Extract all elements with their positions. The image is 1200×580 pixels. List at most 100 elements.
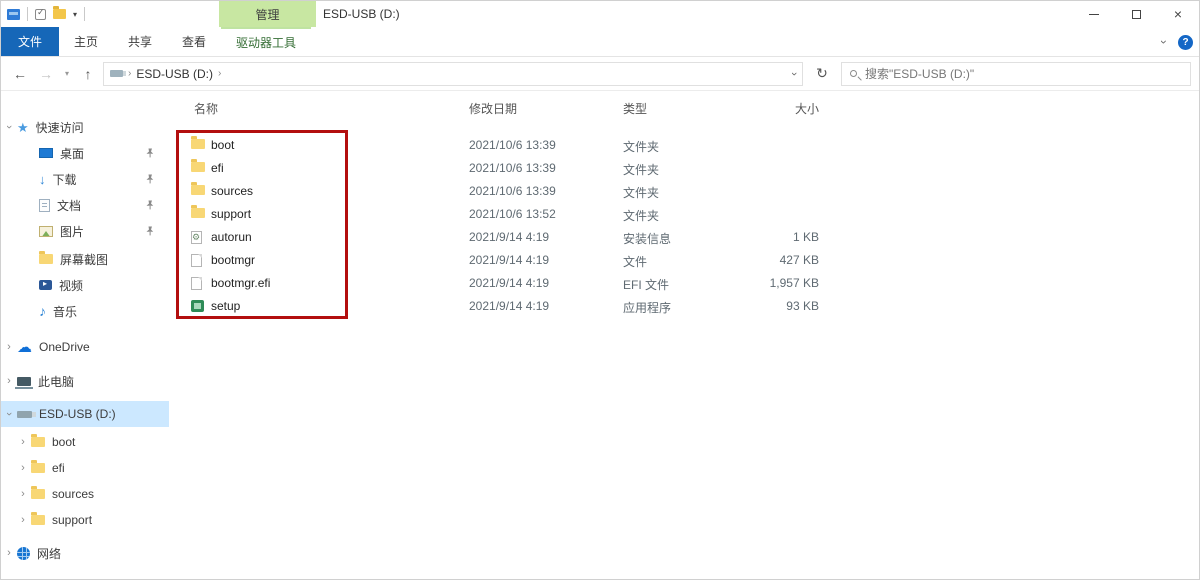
address-box[interactable]: › ESD-USB (D:) › › [103, 62, 803, 86]
sidebar-item-efi[interactable]: › efi [1, 455, 169, 481]
file-date: 2021/9/14 4:19 [469, 253, 549, 267]
sidebar-label: ESD-USB (D:) [39, 407, 116, 421]
pin-icon [145, 200, 155, 210]
breadcrumb-separator: › [218, 68, 221, 79]
tab-view[interactable]: 查看 [167, 27, 221, 56]
column-header-size[interactable]: 大小 [729, 100, 819, 117]
videos-icon [39, 280, 52, 290]
sidebar-item-esd-usb[interactable]: › ESD-USB (D:) [1, 401, 169, 427]
sidebar-item-documents[interactable]: 文档 [1, 192, 169, 218]
file-date: 2021/10/6 13:39 [469, 184, 556, 198]
sidebar-label: support [52, 513, 92, 527]
file-row-autorun[interactable]: autorun 2021/9/14 4:19 安装信息 1 KB [169, 226, 1199, 249]
sidebar-item-screenshots[interactable]: 屏幕截图 [1, 246, 169, 272]
file-row-sources[interactable]: sources 2021/10/6 13:39 文件夹 [169, 180, 1199, 203]
setup-information-icon [191, 231, 202, 244]
file-name: boot [211, 138, 234, 152]
tab-drive-tools[interactable]: 驱动器工具 [221, 27, 311, 56]
folder-icon [191, 185, 205, 195]
file-row-efi[interactable]: efi 2021/10/6 13:39 文件夹 [169, 157, 1199, 180]
sidebar-item-network[interactable]: › 网络 [1, 540, 169, 566]
sidebar-item-desktop[interactable]: 桌面 [1, 140, 169, 166]
pin-icon [145, 148, 155, 158]
file-row-bootmgr-efi[interactable]: bootmgr.efi 2021/9/14 4:19 EFI 文件 1,957 … [169, 272, 1199, 295]
expander-icon[interactable]: › [1, 375, 17, 387]
quick-access-toolbar: ▾ [1, 7, 85, 21]
back-button[interactable]: ← [9, 66, 31, 82]
new-folder-icon[interactable] [53, 9, 66, 19]
tab-share[interactable]: 共享 [113, 27, 167, 56]
address-bar-row: ← → ▾ ↑ › ESD-USB (D:) › › ↻ [1, 57, 1199, 91]
expander-icon[interactable]: › [1, 408, 17, 420]
folder-icon [31, 463, 45, 473]
file-date: 2021/9/14 4:19 [469, 276, 549, 290]
up-button[interactable]: ↑ [77, 66, 99, 82]
file-date: 2021/10/6 13:39 [469, 138, 556, 152]
sidebar-item-videos[interactable]: 视频 [1, 272, 169, 298]
expander-icon[interactable]: › [15, 436, 31, 448]
sidebar-item-boot[interactable]: › boot [1, 429, 169, 455]
help-icon[interactable]: ? [1178, 35, 1193, 50]
desktop-icon [39, 148, 53, 158]
file-size: 1 KB [729, 230, 819, 244]
sidebar-label: 桌面 [60, 145, 84, 162]
sidebar-label: sources [52, 487, 94, 501]
expander-icon[interactable]: › [15, 462, 31, 474]
file-row-bootmgr[interactable]: bootmgr 2021/9/14 4:19 文件 427 KB [169, 249, 1199, 272]
recent-locations-icon[interactable]: ▾ [61, 69, 73, 78]
collapse-ribbon-icon[interactable]: › [1157, 40, 1171, 44]
sidebar-item-pictures[interactable]: 图片 [1, 218, 169, 244]
file-icon [191, 277, 202, 290]
sidebar-item-this-pc[interactable]: › 此电脑 [1, 368, 169, 394]
expander-icon[interactable]: › [15, 488, 31, 500]
network-icon [17, 547, 30, 560]
file-type: 文件夹 [623, 184, 659, 201]
close-icon: × [1174, 7, 1182, 21]
file-type: EFI 文件 [623, 276, 669, 293]
close-button[interactable]: × [1157, 1, 1199, 27]
drive-icon [110, 70, 123, 77]
breadcrumb[interactable]: ESD-USB (D:) [136, 67, 213, 81]
explorer-window: { "title_bar": { "manage_tab": "管理", "wi… [0, 0, 1200, 580]
downloads-icon: ↓ [39, 173, 46, 186]
tab-home[interactable]: 主页 [59, 27, 113, 56]
sidebar-label: efi [52, 461, 65, 475]
file-name: autorun [211, 230, 252, 244]
column-headers: 名称 修改日期 类型 大小 [169, 92, 1199, 120]
column-header-date[interactable]: 修改日期 [469, 100, 517, 117]
maximize-button[interactable] [1115, 1, 1157, 27]
properties-icon[interactable] [35, 9, 46, 20]
refresh-icon[interactable]: ↻ [807, 65, 837, 82]
sidebar-item-music[interactable]: ♪ 音乐 [1, 298, 169, 324]
expander-icon[interactable]: › [1, 341, 17, 353]
sidebar-item-support[interactable]: › support [1, 507, 169, 533]
file-row-setup[interactable]: setup 2021/9/14 4:19 应用程序 93 KB [169, 295, 1199, 318]
column-header-name[interactable]: 名称 [194, 100, 218, 117]
sidebar-item-quick-access[interactable]: › ★ 快速访问 [1, 114, 169, 140]
navigation-pane: › ★ 快速访问 桌面 ↓ 下载 文档 图片 [1, 92, 169, 579]
manage-contextual-header[interactable]: 管理 [219, 1, 316, 27]
usb-drive-icon [17, 411, 32, 418]
search-input[interactable] [865, 67, 1182, 81]
sidebar-item-downloads[interactable]: ↓ 下载 [1, 166, 169, 192]
sidebar-label: 文档 [57, 197, 81, 214]
minimize-button[interactable] [1073, 1, 1115, 27]
file-list-pane: 名称 修改日期 类型 大小 boot 2021/10/6 13:39 文件夹 e… [169, 92, 1199, 579]
application-icon [191, 300, 204, 312]
file-row-boot[interactable]: boot 2021/10/6 13:39 文件夹 [169, 134, 1199, 157]
folder-icon [31, 489, 45, 499]
sidebar-item-onedrive[interactable]: › ☁ OneDrive [1, 334, 169, 360]
qat-dropdown-icon[interactable]: ▾ [73, 10, 77, 19]
address-dropdown-icon[interactable]: › [788, 72, 800, 76]
expander-icon[interactable]: › [1, 121, 17, 133]
expander-icon[interactable]: › [15, 514, 31, 526]
sidebar-item-sources[interactable]: › sources [1, 481, 169, 507]
search-box[interactable] [841, 62, 1191, 86]
divider [27, 7, 28, 21]
column-header-type[interactable]: 类型 [623, 100, 647, 117]
this-pc-icon [17, 377, 31, 386]
expander-icon[interactable]: › [1, 547, 17, 559]
forward-button[interactable]: → [35, 66, 57, 82]
tab-file[interactable]: 文件 [1, 27, 59, 56]
file-row-support[interactable]: support 2021/10/6 13:52 文件夹 [169, 203, 1199, 226]
